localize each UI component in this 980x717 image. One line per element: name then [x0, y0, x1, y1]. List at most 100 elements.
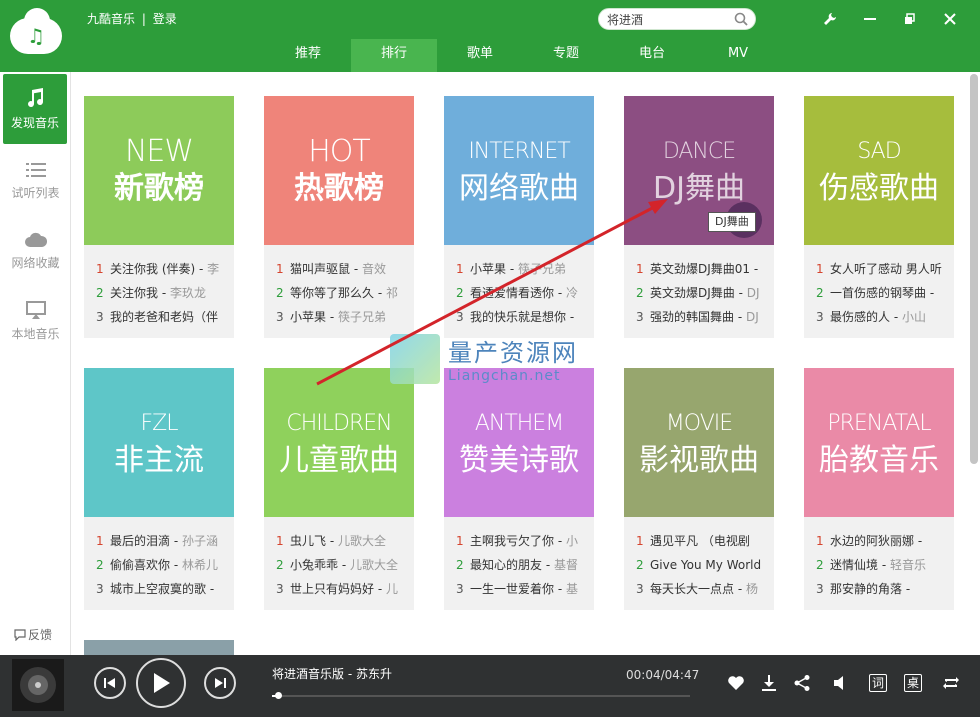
chart-card-hot[interactable]: HOT 热歌榜 1 猫叫声驱鼠 - 音效 2 等你等了那么久 - 祁 3 小苹果 - …: [264, 96, 414, 338]
list-item[interactable]: 3 城市上空寂寞的歌 -: [96, 577, 226, 601]
list-item[interactable]: 3 我的老爸和老妈（伴: [96, 305, 226, 329]
chart-song-list: 1 遇见平凡 （电视剧 2 Give You My World 3 每天长大一点点 -…: [624, 517, 774, 601]
sidebar-item-local[interactable]: 本地音乐: [0, 286, 71, 356]
list-item[interactable]: 1 女人听了感动 男人听: [816, 257, 946, 281]
search-box[interactable]: [598, 8, 756, 30]
cloud-icon: [24, 232, 47, 247]
chart-en-title: FZL: [140, 410, 179, 436]
list-item[interactable]: 1 小苹果 - 筷子兄弟: [456, 257, 586, 281]
chart-cover[interactable]: SAD 伤感歌曲: [804, 96, 954, 245]
list-item[interactable]: 1 遇见平凡 （电视剧: [636, 529, 766, 553]
list-item[interactable]: 1 主啊我亏欠了你 - 小: [456, 529, 586, 553]
sidebar: 发现音乐 试听列表 网络收藏 本地音乐 反馈: [0, 72, 71, 655]
tab-radio[interactable]: 电台: [609, 39, 695, 72]
close-icon[interactable]: [930, 8, 970, 30]
list-item[interactable]: 1 猫叫声驱鼠 - 音效: [276, 257, 406, 281]
chart-cover[interactable]: FZL 非主流: [84, 368, 234, 517]
desktop-lyrics-button[interactable]: 桌: [902, 672, 924, 694]
repeat-button[interactable]: [940, 672, 962, 694]
list-item[interactable]: 2 Give You My World: [636, 553, 766, 577]
chart-card-children[interactable]: CHILDREN 儿童歌曲 1 虫儿飞 - 儿歌大全 2 小兔乖乖 - 儿歌大全 3…: [264, 368, 414, 610]
progress-knob[interactable]: [275, 692, 282, 699]
chart-song-list: 1 主啊我亏欠了你 - 小 2 最知心的朋友 - 基督 3 一生一世爱着你 - 基: [444, 517, 594, 601]
speaker-icon: [834, 676, 843, 690]
list-item[interactable]: 1 最后的泪滴 - 孙子涵: [96, 529, 226, 553]
chart-card-prenatal[interactable]: PRENATAL 胎教音乐 1 水边的阿狄丽娜 - 2 迷情仙境 - 轻音乐 3 那安…: [804, 368, 954, 610]
feedback-link[interactable]: 反馈: [14, 626, 52, 643]
tab-playlists[interactable]: 歌单: [437, 39, 523, 72]
chart-song-list: 1 小苹果 - 筷子兄弟 2 看透爱情看透你 - 冷 3 我的快乐就是想你 -: [444, 245, 594, 329]
chart-en-title: INTERNET: [468, 138, 570, 164]
sidebar-item-favorites[interactable]: 网络收藏: [0, 216, 71, 286]
download-button[interactable]: [758, 672, 780, 694]
search-icon[interactable]: [734, 12, 748, 26]
search-input[interactable]: [607, 9, 731, 29]
sidebar-item-playlist[interactable]: 试听列表: [0, 146, 71, 216]
chart-cover[interactable]: PRENATAL 胎教音乐: [804, 368, 954, 517]
like-button[interactable]: [725, 672, 747, 694]
scrollbar-thumb[interactable]: [970, 74, 978, 464]
list-item[interactable]: 2 最知心的朋友 - 基督: [456, 553, 586, 577]
share-button[interactable]: [791, 672, 813, 694]
tab-ranking[interactable]: 排行: [351, 39, 437, 72]
list-item[interactable]: 1 英文劲爆DJ舞曲01 -: [636, 257, 766, 281]
chart-cover[interactable]: INTERNET 网络歌曲: [444, 96, 594, 245]
login-link[interactable]: 登录: [153, 12, 177, 26]
list-item[interactable]: 3 最伤感的人 - 小山: [816, 305, 946, 329]
list-item[interactable]: 2 关注你我 - 李玖龙: [96, 281, 226, 305]
monitor-icon: [25, 301, 46, 319]
list-item[interactable]: 2 偷偷喜欢你 - 林希儿: [96, 553, 226, 577]
chart-song-list: 1 女人听了感动 男人听 2 一首伤感的钢琴曲 - 3 最伤感的人 - 小山: [804, 245, 954, 329]
chart-card-anthem[interactable]: ANTHEM 赞美诗歌 1 主啊我亏欠了你 - 小 2 最知心的朋友 - 基督 3一…: [444, 368, 594, 610]
list-item[interactable]: 3 每天长大一点点 - 杨: [636, 577, 766, 601]
next-button[interactable]: [204, 667, 236, 699]
list-item[interactable]: 3 世上只有妈妈好 - 儿: [276, 577, 406, 601]
sidebar-item-label: 网络收藏: [11, 256, 60, 270]
tab-mv[interactable]: MV: [695, 39, 781, 72]
list-item[interactable]: 3 小苹果 - 筷子兄弟: [276, 305, 406, 329]
top-nav: 推荐 排行 歌单 专题 电台 MV: [265, 39, 781, 72]
list-item[interactable]: 2 小兔乖乖 - 儿歌大全: [276, 553, 406, 577]
chart-cover[interactable]: CHILDREN 儿童歌曲: [264, 368, 414, 517]
repeat-icon: [943, 677, 959, 689]
tab-recommend[interactable]: 推荐: [265, 39, 351, 72]
album-art[interactable]: [12, 659, 64, 711]
list-item[interactable]: 2 看透爱情看透你 - 冷: [456, 281, 586, 305]
list-item[interactable]: 3 强劲的韩国舞曲 - DJ: [636, 305, 766, 329]
chart-card-partial[interactable]: [84, 640, 234, 655]
chart-card-movie[interactable]: MOVIE 影视歌曲 1 遇见平凡 （电视剧 2 Give You My World…: [624, 368, 774, 610]
list-item[interactable]: 3 一生一世爱着你 - 基: [456, 577, 586, 601]
list-item[interactable]: 2 迷情仙境 - 轻音乐: [816, 553, 946, 577]
list-item[interactable]: 1 虫儿飞 - 儿歌大全: [276, 529, 406, 553]
previous-button[interactable]: [94, 667, 126, 699]
chart-cover[interactable]: NEW 新歌榜: [84, 96, 234, 245]
lyrics-button[interactable]: 词: [867, 672, 889, 694]
heart-icon: [728, 676, 744, 690]
list-item[interactable]: 3 那安静的角落 -: [816, 577, 946, 601]
scrollbar[interactable]: [968, 72, 980, 655]
tab-topics[interactable]: 专题: [523, 39, 609, 72]
list-item[interactable]: 3 我的快乐就是想你 -: [456, 305, 586, 329]
chart-card-internet[interactable]: INTERNET 网络歌曲 1 小苹果 - 筷子兄弟 2 看透爱情看透你 - 冷 3…: [444, 96, 594, 338]
volume-button[interactable]: [829, 672, 851, 694]
minimize-icon[interactable]: [850, 8, 890, 30]
play-button[interactable]: [136, 658, 186, 708]
sidebar-item-discover[interactable]: 发现音乐: [3, 74, 67, 144]
chart-cover[interactable]: ANTHEM 赞美诗歌: [444, 368, 594, 517]
list-item[interactable]: 1 关注你我 (伴奏) - 李: [96, 257, 226, 281]
app-name: 九酷音乐: [87, 12, 136, 26]
watermark: 量产资源网 Liangchan.net: [390, 333, 578, 384]
restore-icon[interactable]: [890, 8, 930, 30]
list-item[interactable]: 2 等你等了那么久 - 祁: [276, 281, 406, 305]
chart-cover[interactable]: HOT 热歌榜: [264, 96, 414, 245]
settings-wrench-icon[interactable]: [810, 8, 850, 30]
list-item[interactable]: 1 水边的阿狄丽娜 -: [816, 529, 946, 553]
chart-card-fzl[interactable]: FZL 非主流 1 最后的泪滴 - 孙子涵 2 偷偷喜欢你 - 林希儿 3 城市上空寂…: [84, 368, 234, 610]
list-item[interactable]: 2 英文劲爆DJ舞曲 - DJ: [636, 281, 766, 305]
lyrics-label: 词: [869, 674, 887, 692]
chart-card-new[interactable]: NEW 新歌榜 1 关注你我 (伴奏) - 李 2 关注你我 - 李玖龙 3 我的老爸…: [84, 96, 234, 338]
chart-cover[interactable]: MOVIE 影视歌曲: [624, 368, 774, 517]
chart-card-sad[interactable]: SAD 伤感歌曲 1 女人听了感动 男人听 2 一首伤感的钢琴曲 - 3 最伤感的人 …: [804, 96, 954, 338]
progress-bar[interactable]: [272, 692, 690, 699]
list-item[interactable]: 2 一首伤感的钢琴曲 -: [816, 281, 946, 305]
